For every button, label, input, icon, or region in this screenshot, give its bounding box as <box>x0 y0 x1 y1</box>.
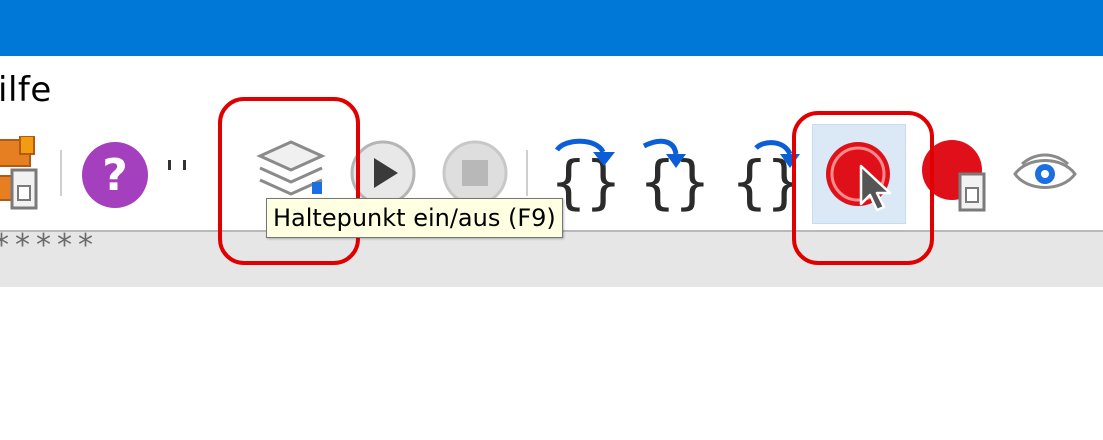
step-into-button[interactable]: {} <box>638 136 712 216</box>
watch-button[interactable] <box>1012 150 1078 196</box>
status-stars: ***** <box>0 228 99 263</box>
help-button[interactable]: ? <box>80 140 150 210</box>
svg-text:?: ? <box>102 150 128 201</box>
toolbar-grip <box>166 158 190 174</box>
menu-item-hilfe[interactable]: ilfe <box>0 70 52 110</box>
status-bar <box>0 232 1103 287</box>
annotation-callout-right <box>792 111 934 265</box>
tooltip-toggle-breakpoint: Haltepunkt ein/aus (F9) <box>266 198 563 238</box>
window-title-bar[interactable] <box>0 0 1103 56</box>
question-icon: ? <box>82 142 148 208</box>
toolbar-separator <box>526 150 528 196</box>
step-into-icon: {} <box>640 138 710 216</box>
toolbar-separator <box>60 150 62 196</box>
eye-icon <box>1013 153 1077 189</box>
menu-bar <box>0 56 1103 122</box>
annotation-callout-left <box>218 97 360 265</box>
watch-window-icon-partial[interactable] <box>0 135 48 214</box>
